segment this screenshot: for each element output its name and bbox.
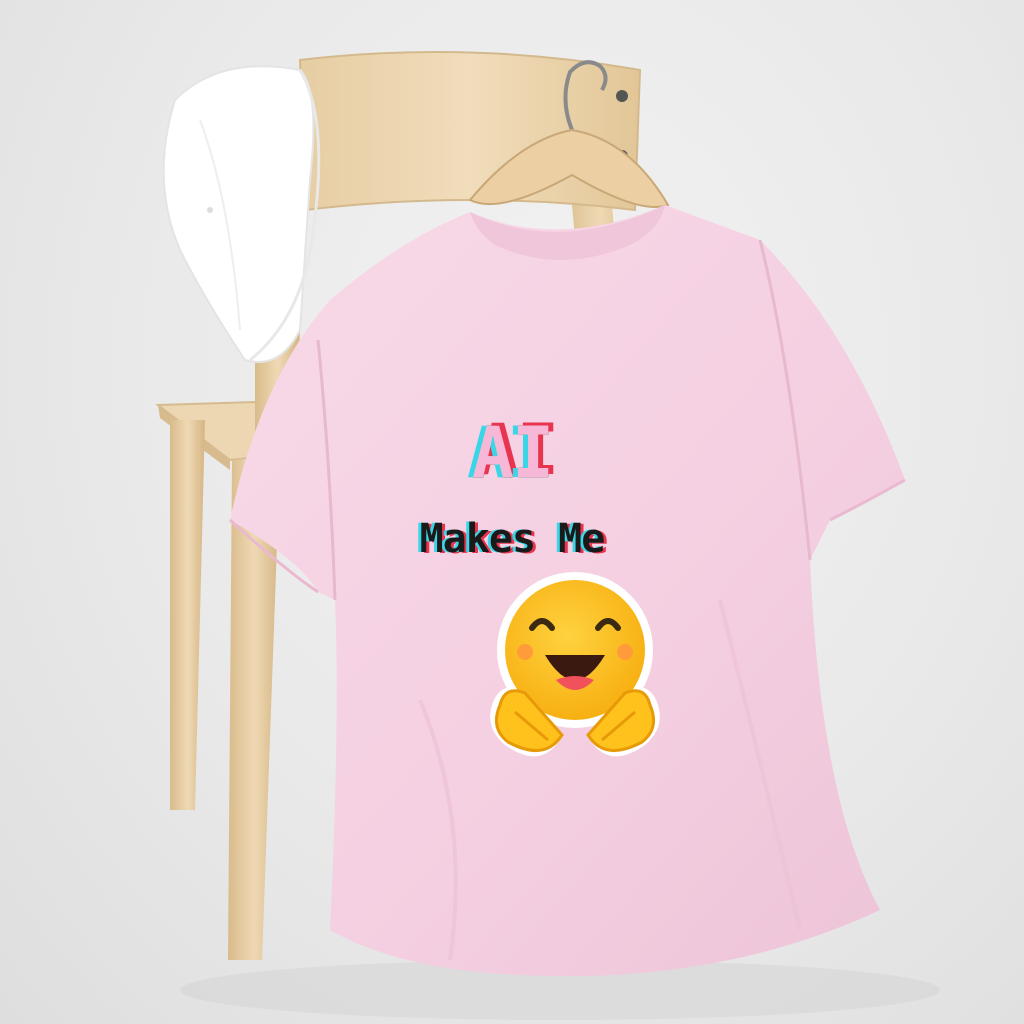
product-scene	[155, 51, 940, 1020]
shirt-print-makes-me-text: Makes Me	[419, 516, 606, 562]
white-cap	[162, 65, 321, 363]
shirt-print-ai-text: AI	[471, 412, 554, 494]
